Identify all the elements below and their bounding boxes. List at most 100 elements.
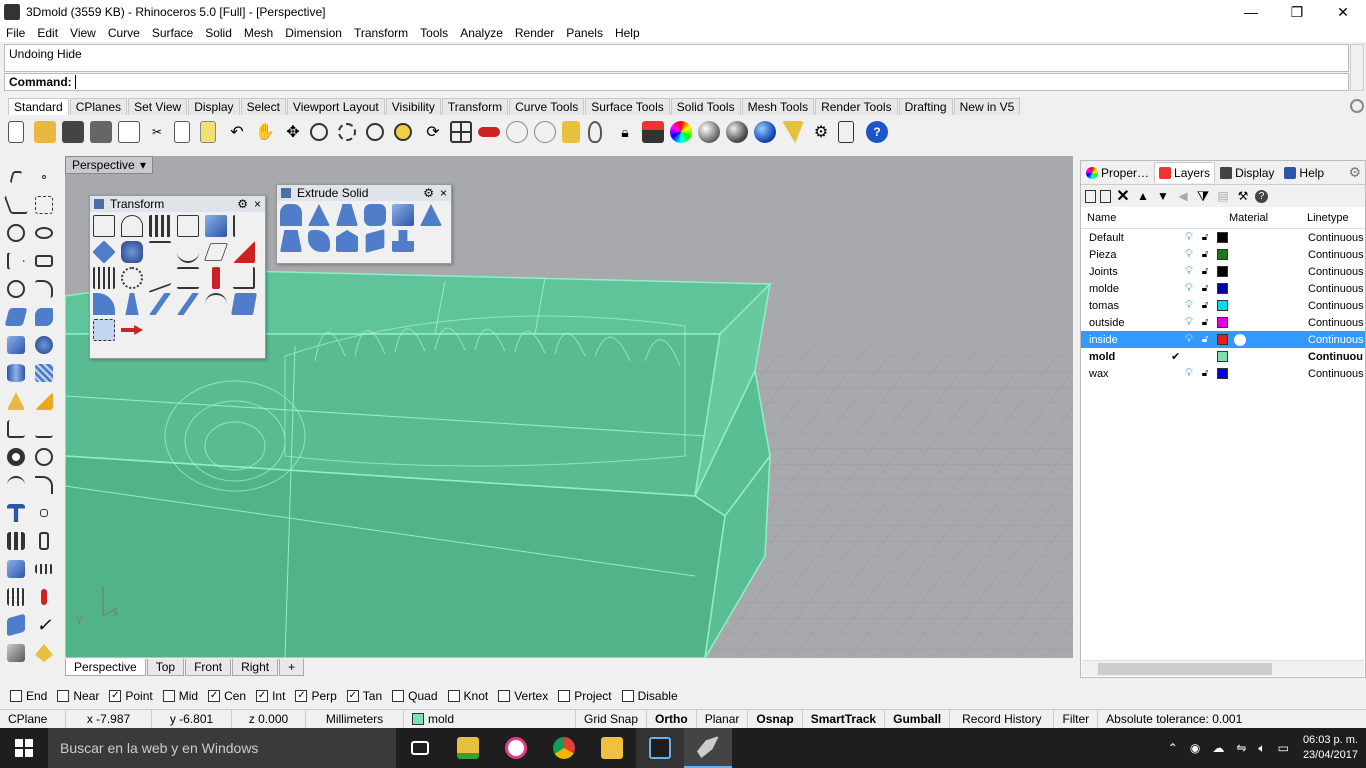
move-tool-icon[interactable]: [93, 215, 115, 237]
status-units[interactable]: Millimeters: [306, 709, 404, 729]
tab-select[interactable]: Select: [240, 98, 286, 115]
soft-edit-icon[interactable]: [177, 293, 199, 315]
extrude-toolbar-header[interactable]: Extrude Solid ⚙ ×: [277, 185, 451, 201]
extrude-surface-icon[interactable]: [30, 303, 58, 331]
taper-tool-icon[interactable]: [233, 241, 255, 263]
open-icon[interactable]: [34, 121, 56, 143]
ellipse-icon[interactable]: [30, 219, 58, 247]
import-icon[interactable]: [118, 121, 140, 143]
layer-row[interactable]: tomas 💡︎ 🔓︎ Continuous: [1081, 297, 1365, 314]
layer-row[interactable]: outside 💡︎ 🔓︎ Continuous: [1081, 314, 1365, 331]
set-points-icon[interactable]: [93, 319, 115, 341]
extrude-tapered-icon[interactable]: [336, 204, 358, 226]
osnap-checkbox[interactable]: [498, 690, 511, 702]
circle-icon[interactable]: [2, 219, 30, 247]
ungroup-icon[interactable]: [30, 443, 58, 471]
align-tool-icon[interactable]: [149, 241, 171, 263]
osnap-checkbox[interactable]: [447, 690, 460, 702]
save-icon[interactable]: [62, 121, 84, 143]
polar-array-icon[interactable]: [121, 267, 143, 289]
array-curve-icon[interactable]: [177, 267, 199, 289]
layer-visible-icon[interactable]: 💡︎: [1181, 231, 1197, 244]
taskbar-search[interactable]: Buscar en la web y en Windows: [48, 728, 396, 768]
menu-help[interactable]: Help: [609, 24, 646, 42]
transform-toolbar-header[interactable]: Transform ⚙ ×: [90, 196, 265, 212]
dimension-icon[interactable]: [2, 387, 30, 415]
array-icon[interactable]: [2, 527, 30, 555]
transform-toolbar-gear-icon[interactable]: ⚙: [237, 197, 248, 211]
status-osnap[interactable]: Osnap: [748, 709, 803, 729]
menu-mesh[interactable]: Mesh: [238, 24, 279, 42]
tab-visibility[interactable]: Visibility: [385, 98, 441, 115]
layers-horizontal-scrollbar[interactable]: [1082, 660, 1364, 676]
layer-linetype[interactable]: Continuous: [1308, 283, 1364, 295]
panel-tab-properties[interactable]: Proper…: [1081, 162, 1154, 184]
layer-color-swatch[interactable]: [1217, 266, 1228, 277]
transform-toolbar-close-icon[interactable]: ×: [254, 197, 261, 211]
point-grid-icon[interactable]: [2, 583, 30, 611]
close-button[interactable]: ✕: [1320, 0, 1366, 24]
move-layer-up-icon[interactable]: ▲: [1135, 188, 1151, 204]
cylinder-solid-icon[interactable]: [2, 359, 30, 387]
hide-icon[interactable]: [506, 121, 528, 143]
panel-gear-icon[interactable]: ⚙: [1348, 164, 1361, 181]
command-input[interactable]: [74, 75, 76, 89]
section-icon[interactable]: [30, 583, 58, 611]
osnap-checkbox[interactable]: ✓: [109, 690, 122, 702]
rectangle-icon[interactable]: [30, 247, 58, 275]
group-icon[interactable]: [2, 443, 30, 471]
col-linetype[interactable]: Linetype: [1307, 212, 1349, 224]
command-line[interactable]: Command:: [4, 73, 1349, 91]
extrude-toolbar-gear-icon[interactable]: ⚙: [423, 186, 434, 200]
extrude-face-icon[interactable]: [336, 230, 358, 252]
layer-linetype[interactable]: Continuous: [1308, 368, 1364, 380]
task-view-icon[interactable]: [396, 728, 444, 768]
analyze-surface-icon[interactable]: [2, 611, 30, 639]
rhino-taskbar-icon[interactable]: [684, 728, 732, 768]
menu-transform[interactable]: Transform: [348, 24, 414, 42]
box-solid-icon[interactable]: [2, 331, 30, 359]
viewport-tab-front[interactable]: Front: [185, 659, 232, 676]
panel-tab-help[interactable]: Help: [1279, 162, 1329, 184]
tab-mesh-tools[interactable]: Mesh Tools: [741, 98, 815, 115]
layer-color-swatch[interactable]: [1217, 368, 1228, 379]
layer-row[interactable]: molde 💡︎ 🔓︎ Continuous: [1081, 280, 1365, 297]
viewport-tab-top[interactable]: Top: [146, 659, 185, 676]
stretch-tool-icon[interactable]: [212, 267, 220, 289]
layer-color-swatch[interactable]: [1217, 232, 1228, 243]
layer-unlock-icon[interactable]: 🔓︎: [1197, 317, 1213, 328]
osnap-vertex[interactable]: Vertex: [498, 689, 548, 703]
layer-color-swatch[interactable]: [1217, 351, 1228, 362]
lock-icon[interactable]: 🔒︎: [614, 121, 636, 143]
pan-icon[interactable]: ✋: [254, 121, 276, 143]
layer-name[interactable]: mold: [1081, 351, 1171, 363]
snapshot-icon[interactable]: [782, 121, 804, 143]
status-filter[interactable]: Filter: [1054, 709, 1099, 729]
viewport-tab-perspective[interactable]: Perspective: [65, 659, 146, 676]
layer-visible-icon[interactable]: 💡︎: [1181, 316, 1197, 329]
tab-solid-tools[interactable]: Solid Tools: [670, 98, 741, 115]
tab-curve-tools[interactable]: Curve Tools: [509, 98, 585, 115]
layer-name[interactable]: tomas: [1081, 300, 1171, 312]
twist-tool-icon[interactable]: [121, 241, 143, 263]
single-point-icon[interactable]: [30, 163, 58, 191]
help-icon[interactable]: ?: [866, 121, 888, 143]
flow-surface-icon[interactable]: [231, 293, 257, 315]
paste-icon[interactable]: [200, 121, 216, 143]
osnap-checkbox[interactable]: [10, 690, 22, 702]
offset-curve-icon[interactable]: [2, 471, 30, 499]
tray-volume-icon[interactable]: 🔈︎: [1258, 741, 1265, 756]
zoom-window-icon[interactable]: [338, 123, 356, 141]
render-icon[interactable]: [754, 121, 776, 143]
extrude-surface-tapered-icon[interactable]: [280, 230, 302, 252]
tab-cplanes[interactable]: CPlanes: [69, 98, 128, 115]
tab-viewport-layout[interactable]: Viewport Layout: [286, 98, 385, 115]
layer-row[interactable]: wax 💡︎ 🔓︎ Continuous: [1081, 365, 1365, 382]
blend-curve-icon[interactable]: [30, 471, 58, 499]
tab-set-view[interactable]: Set View: [128, 98, 188, 115]
select-arrow-icon[interactable]: [2, 163, 30, 191]
viewport-dropdown-icon[interactable]: ▾: [140, 158, 146, 172]
mesh-icon[interactable]: [30, 359, 58, 387]
extrude-rib-icon[interactable]: [392, 230, 414, 252]
render-mesh-icon[interactable]: [2, 639, 30, 667]
